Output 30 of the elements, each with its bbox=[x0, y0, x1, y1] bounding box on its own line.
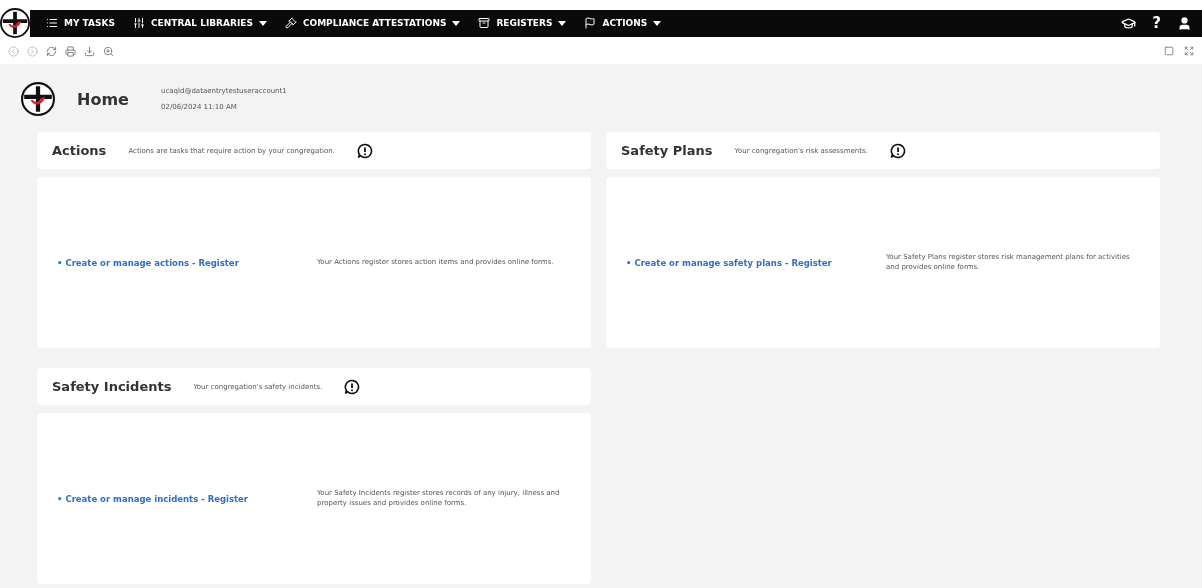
fullscreen-button[interactable] bbox=[1184, 46, 1194, 56]
user-icon[interactable] bbox=[1177, 15, 1192, 31]
print-button[interactable] bbox=[65, 45, 76, 57]
register-link[interactable]: • Create or manage safety plans - Register bbox=[626, 257, 866, 268]
card-title: Safety Plans bbox=[621, 143, 713, 158]
alert-icon[interactable] bbox=[344, 378, 361, 395]
register-link[interactable]: • Create or manage incidents - Register bbox=[57, 493, 297, 504]
nav-menu-item[interactable]: COMPLIANCE ATTESTATIONS bbox=[284, 17, 461, 29]
refresh-button[interactable] bbox=[46, 45, 57, 57]
download-button[interactable] bbox=[84, 45, 95, 57]
gavel-icon bbox=[284, 17, 297, 29]
flag-icon bbox=[584, 17, 597, 29]
alert-icon[interactable] bbox=[356, 142, 373, 159]
bookmark-button[interactable] bbox=[1164, 46, 1174, 56]
help-button[interactable]: ? bbox=[1152, 14, 1161, 32]
nav-menu-item[interactable]: REGISTERS bbox=[478, 17, 567, 29]
alert-icon[interactable] bbox=[889, 142, 906, 159]
nav-menu-item[interactable]: CENTRAL LIBRARIES bbox=[132, 17, 267, 29]
list-icon bbox=[46, 17, 58, 29]
nav-menu-item[interactable]: MY TASKS bbox=[46, 17, 115, 29]
zoom-in-button[interactable] bbox=[103, 45, 114, 57]
page-title: Home bbox=[77, 89, 130, 109]
logo-icon bbox=[21, 82, 55, 116]
archive-icon bbox=[478, 17, 491, 29]
card-title: Actions bbox=[52, 143, 107, 158]
sliders-icon bbox=[132, 17, 145, 29]
register-link[interactable]: • Create or manage actions - Register bbox=[57, 257, 297, 268]
nav-menu-item[interactable]: ACTIONS bbox=[584, 17, 662, 29]
graduation-cap-icon[interactable] bbox=[1121, 15, 1137, 31]
card-title: Safety Incidents bbox=[52, 379, 172, 394]
